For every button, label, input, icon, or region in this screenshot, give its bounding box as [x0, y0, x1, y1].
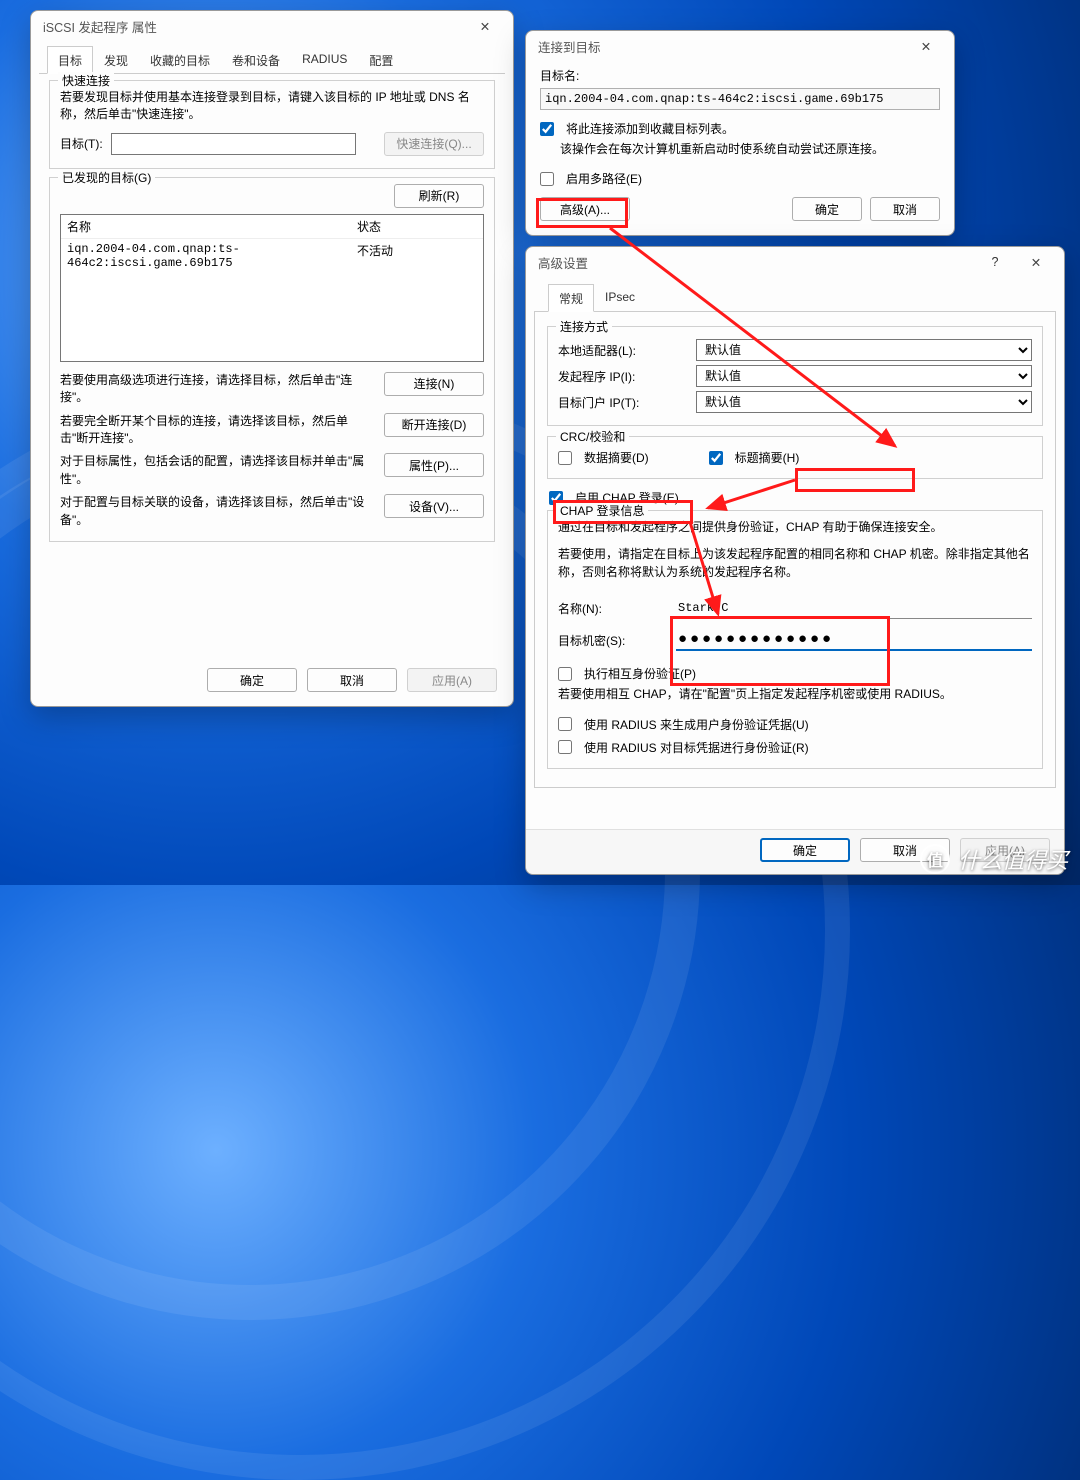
radius-gen-label: 使用 RADIUS 来生成用户身份验证凭据(U) [584, 716, 809, 733]
disconnect-hint: 若要完全断开某个目标的连接，请选择该目标，然后单击"断开连接"。 [60, 413, 376, 448]
close-icon[interactable]: ✕ [906, 34, 946, 58]
connect-hint: 若要使用高级选项进行连接，请选择目标，然后单击"连接"。 [60, 372, 376, 407]
mutual-auth-checkbox[interactable] [558, 667, 572, 681]
chap-hint2: 若要使用，请指定在目标上为该发起程序配置的相同名称和 CHAP 机密。除非指定其… [558, 546, 1032, 581]
chap-hint1: 通过在目标和发起程序之间提供身份验证，CHAP 有助于确保连接安全。 [558, 519, 1032, 536]
chap-group: CHAP 登录信息 [556, 502, 648, 519]
header-digest-label: 标题摘要(H) [735, 449, 800, 466]
connect-cancel-button[interactable]: 取消 [870, 197, 940, 221]
multipath-checkbox[interactable] [540, 172, 554, 186]
data-digest-label: 数据摘要(D) [584, 449, 649, 466]
iscsi-tabs: 目标 发现 收藏的目标 卷和设备 RADIUS 配置 [39, 45, 505, 74]
chap-name-label: 名称(N): [558, 600, 668, 617]
props-hint: 对于目标属性，包括会话的配置，请选择该目标并单击"属性"。 [60, 453, 376, 488]
tab-ipsec[interactable]: IPsec [594, 284, 646, 312]
discovered-targets-list[interactable]: 名称 状态 iqn.2004-04.com.qnap:ts-464c2:iscs… [60, 214, 484, 362]
chap-secret-input[interactable] [676, 629, 1032, 651]
devices-button[interactable]: 设备(V)... [384, 494, 484, 518]
quick-connect-button[interactable]: 快速连接(Q)... [384, 132, 484, 156]
connect-button[interactable]: 连接(N) [384, 372, 484, 396]
target-name-display [540, 88, 940, 110]
chap-secret-label: 目标机密(S): [558, 632, 668, 649]
quick-connect-group: 快速连接 [58, 72, 114, 89]
header-digest-checkbox[interactable] [709, 451, 723, 465]
close-icon[interactable]: ✕ [465, 14, 505, 38]
ok-button[interactable]: 确定 [207, 668, 297, 692]
mutual-auth-label: 执行相互身份验证(P) [584, 665, 696, 682]
help-icon[interactable]: ? [980, 255, 1010, 269]
list-item[interactable]: iqn.2004-04.com.qnap:ts-464c2:iscsi.game… [61, 239, 483, 273]
radius-auth-label: 使用 RADIUS 对目标凭据进行身份验证(R) [584, 739, 809, 756]
discovered-group: 已发现的目标(G) [58, 169, 155, 186]
tab-config[interactable]: 配置 [358, 46, 404, 74]
tab-fav[interactable]: 收藏的目标 [139, 46, 221, 74]
col-status: 状态 [357, 218, 477, 235]
chap-name-input[interactable] [676, 597, 1032, 619]
fav-label: 将此连接添加到收藏目标列表。 [566, 120, 734, 137]
advanced-settings-dialog: 高级设置 ? ✕ 常规 IPsec 连接方式 本地适配器(L): 默认值 发起程… [525, 246, 1065, 875]
portal-ip-select[interactable]: 默认值 [696, 391, 1032, 413]
adapter-select[interactable]: 默认值 [696, 339, 1032, 361]
multipath-label: 启用多路径(E) [566, 170, 642, 187]
radius-gen-checkbox[interactable] [558, 717, 572, 731]
adv-ok-button[interactable]: 确定 [760, 838, 850, 862]
target-label: 目标(T): [60, 135, 103, 152]
watermark: 值 什么值得买 [920, 843, 1068, 875]
tab-general[interactable]: 常规 [548, 284, 594, 312]
advanced-button[interactable]: 高级(A)... [540, 197, 630, 221]
tab-discover[interactable]: 发现 [93, 46, 139, 74]
tab-vol[interactable]: 卷和设备 [221, 46, 291, 74]
adapter-label: 本地适配器(L): [558, 342, 688, 359]
cancel-button[interactable]: 取消 [307, 668, 397, 692]
data-digest-checkbox[interactable] [558, 451, 572, 465]
connect-ok-button[interactable]: 确定 [792, 197, 862, 221]
connect-title: 连接到目标 [538, 37, 601, 56]
col-name: 名称 [67, 218, 357, 235]
target-input[interactable] [111, 133, 356, 155]
fav-checkbox[interactable] [540, 122, 554, 136]
conn-group: 连接方式 [556, 318, 612, 335]
watermark-icon: 值 [920, 844, 950, 874]
crc-group: CRC/校验和 [556, 428, 629, 445]
tab-target[interactable]: 目标 [47, 46, 93, 74]
portal-ip-label: 目标门户 IP(T): [558, 394, 688, 411]
adv-title: 高级设置 [538, 253, 588, 272]
devices-hint: 对于配置与目标关联的设备，请选择该目标，然后单击"设备"。 [60, 494, 376, 529]
iscsi-properties-dialog: iSCSI 发起程序 属性 ✕ 目标 发现 收藏的目标 卷和设备 RADIUS … [30, 10, 514, 707]
radius-auth-checkbox[interactable] [558, 740, 572, 754]
target-name-label: 目标名: [540, 67, 940, 84]
properties-button[interactable]: 属性(P)... [384, 453, 484, 477]
apply-button[interactable]: 应用(A) [407, 668, 497, 692]
row-iqn: iqn.2004-04.com.qnap:ts-464c2:iscsi.game… [67, 242, 357, 270]
fav-hint: 该操作会在每次计算机重新启动时使系统自动尝试还原连接。 [560, 141, 940, 158]
tab-radius[interactable]: RADIUS [291, 46, 358, 74]
initiator-ip-select[interactable]: 默认值 [696, 365, 1032, 387]
refresh-button[interactable]: 刷新(R) [394, 184, 484, 208]
row-status: 不活动 [357, 242, 477, 270]
disconnect-button[interactable]: 断开连接(D) [384, 413, 484, 437]
close-icon[interactable]: ✕ [1016, 250, 1056, 274]
iscsi-title: iSCSI 发起程序 属性 [43, 17, 157, 36]
mutual-hint: 若要使用相互 CHAP，请在"配置"页上指定发起程序机密或使用 RADIUS。 [558, 686, 1032, 703]
initiator-ip-label: 发起程序 IP(I): [558, 368, 688, 385]
connect-target-dialog: 连接到目标 ✕ 目标名: 将此连接添加到收藏目标列表。 该操作会在每次计算机重新… [525, 30, 955, 236]
quick-hint: 若要发现目标并使用基本连接登录到目标，请键入该目标的 IP 地址或 DNS 名称… [60, 89, 484, 124]
